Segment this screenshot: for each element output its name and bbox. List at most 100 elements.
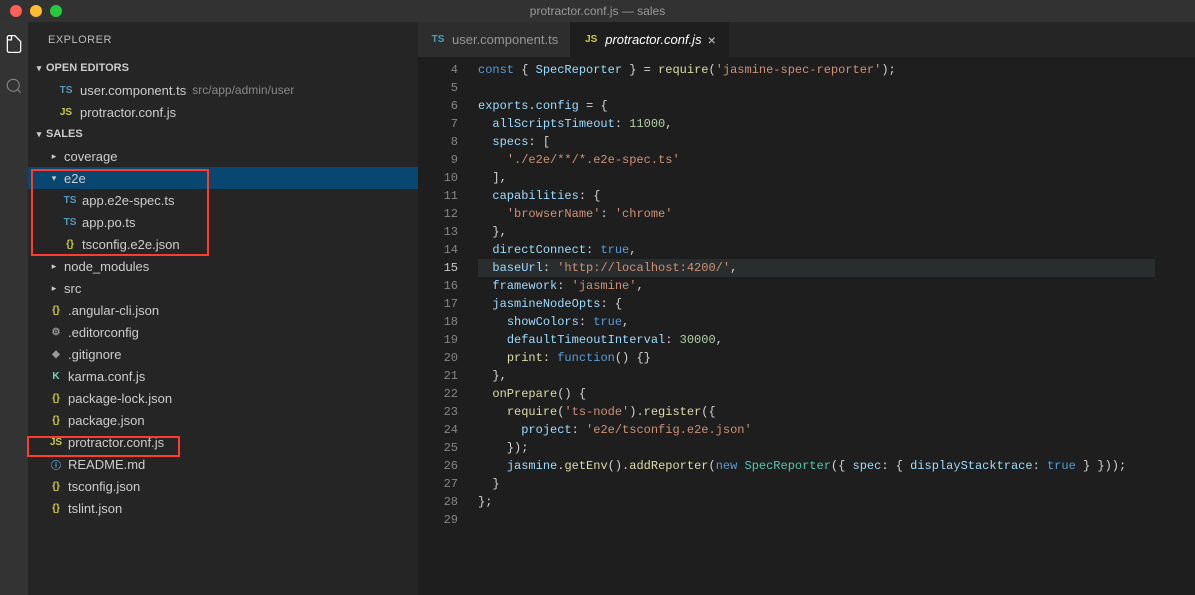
code-line[interactable]: const { SpecReporter } = require('jasmin…: [478, 61, 1155, 79]
code-line[interactable]: onPrepare() {: [478, 385, 1155, 403]
workspace-header[interactable]: ▾ SALES: [28, 123, 418, 145]
open-editor-item[interactable]: TSuser.component.tssrc/app/admin/user: [28, 79, 418, 101]
line-number: 23: [418, 403, 458, 421]
code-line[interactable]: showColors: true,: [478, 313, 1155, 331]
tree-file[interactable]: ⓘREADME.md: [28, 453, 418, 475]
tree-folder[interactable]: ▾e2e: [28, 167, 418, 189]
tree-item-label: .angular-cli.json: [68, 303, 159, 318]
file-type-icon: JS: [48, 437, 64, 448]
tree-file[interactable]: TSapp.e2e-spec.ts: [28, 189, 418, 211]
line-number: 24: [418, 421, 458, 439]
tree-item-label: package.json: [68, 413, 145, 428]
explorer-activity-icon[interactable]: [4, 34, 24, 54]
tree-item-label: .editorconfig: [68, 325, 139, 340]
search-activity-icon[interactable]: [4, 76, 24, 96]
editor-tab[interactable]: JSprotractor.conf.js×: [571, 22, 729, 57]
file-type-icon: {}: [62, 239, 78, 250]
chevron-right-icon: ▸: [48, 283, 60, 294]
file-type-icon: {}: [48, 503, 64, 514]
line-number: 6: [418, 97, 458, 115]
js-file-icon: JS: [58, 107, 74, 118]
code-line[interactable]: },: [478, 367, 1155, 385]
code-line[interactable]: specs: [: [478, 133, 1155, 151]
tree-file[interactable]: {}.angular-cli.json: [28, 299, 418, 321]
tree-file[interactable]: TSapp.po.ts: [28, 211, 418, 233]
code-line[interactable]: };: [478, 493, 1155, 511]
tree-file[interactable]: ⚙ .editorconfig: [28, 321, 418, 343]
workspace-label: SALES: [46, 128, 83, 140]
maximize-window-button[interactable]: [50, 5, 62, 17]
file-type-icon: ⚙: [48, 327, 64, 338]
tree-file[interactable]: ◆ .gitignore: [28, 343, 418, 365]
editor-tab[interactable]: TSuser.component.ts: [418, 22, 571, 57]
tree-folder[interactable]: ▸ src: [28, 277, 418, 299]
code-line[interactable]: exports.config = {: [478, 97, 1155, 115]
code-line[interactable]: framework: 'jasmine',: [478, 277, 1155, 295]
titlebar: protractor.conf.js — sales: [0, 0, 1195, 22]
code-line[interactable]: });: [478, 439, 1155, 457]
tree-file[interactable]: {}package.json: [28, 409, 418, 431]
code-line[interactable]: }: [478, 475, 1155, 493]
sidebar-title: EXPLORER: [28, 22, 418, 57]
file-type-icon: TS: [62, 195, 78, 206]
line-number: 19: [418, 331, 458, 349]
tree-item-label: tslint.json: [68, 501, 122, 516]
line-number: 13: [418, 223, 458, 241]
activity-bar: [0, 22, 28, 595]
open-editor-filename: user.component.ts: [80, 83, 186, 98]
code-line[interactable]: 'browserName': 'chrome': [478, 205, 1155, 223]
code-line[interactable]: jasmineNodeOpts: {: [478, 295, 1155, 313]
code-line[interactable]: [478, 511, 1155, 529]
tree-folder[interactable]: ▸coverage: [28, 145, 418, 167]
close-window-button[interactable]: [10, 5, 22, 17]
code-line[interactable]: jasmine.getEnv().addReporter(new SpecRep…: [478, 457, 1155, 475]
tree-file[interactable]: JS protractor.conf.js: [28, 431, 418, 453]
file-type-icon: TS: [430, 34, 446, 45]
line-number: 10: [418, 169, 458, 187]
code-line[interactable]: project: 'e2e/tsconfig.e2e.json': [478, 421, 1155, 439]
tree-file[interactable]: {}tsconfig.e2e.json: [28, 233, 418, 255]
open-editor-item[interactable]: JSprotractor.conf.js: [28, 101, 418, 123]
line-number: 16: [418, 277, 458, 295]
code-line[interactable]: ],: [478, 169, 1155, 187]
code-line[interactable]: [478, 79, 1155, 97]
traffic-lights: [0, 5, 62, 17]
close-tab-icon[interactable]: ×: [708, 32, 716, 48]
code-area[interactable]: 4567891011121314151617181920212223242526…: [418, 57, 1195, 595]
tree-item-label: src: [64, 281, 81, 296]
code-line[interactable]: allScriptsTimeout: 11000,: [478, 115, 1155, 133]
file-type-icon: JS: [583, 34, 599, 45]
minimize-window-button[interactable]: [30, 5, 42, 17]
open-editors-header[interactable]: ▾ OPEN EDITORS: [28, 57, 418, 79]
code-line[interactable]: capabilities: {: [478, 187, 1155, 205]
code-line[interactable]: defaultTimeoutInterval: 30000,: [478, 331, 1155, 349]
tree-item-label: protractor.conf.js: [68, 435, 164, 450]
tree-item-label: tsconfig.json: [68, 479, 140, 494]
tree-file[interactable]: {} tslint.json: [28, 497, 418, 519]
ts-file-icon: TS: [58, 85, 74, 96]
tree-file[interactable]: {}tsconfig.json: [28, 475, 418, 497]
code-line[interactable]: },: [478, 223, 1155, 241]
code-line[interactable]: directConnect: true,: [478, 241, 1155, 259]
code-content[interactable]: const { SpecReporter } = require('jasmin…: [478, 57, 1155, 595]
line-number: 12: [418, 205, 458, 223]
code-line[interactable]: print: function() {}: [478, 349, 1155, 367]
file-type-icon: K: [48, 371, 64, 382]
file-type-icon: TS: [62, 217, 78, 228]
line-number: 9: [418, 151, 458, 169]
tree-file[interactable]: {}package-lock.json: [28, 387, 418, 409]
minimap[interactable]: [1155, 57, 1195, 595]
line-number: 20: [418, 349, 458, 367]
code-line[interactable]: require('ts-node').register({: [478, 403, 1155, 421]
file-type-icon: ◆: [48, 349, 64, 360]
chevron-down-icon: ▾: [48, 173, 60, 184]
line-number: 27: [418, 475, 458, 493]
tree-folder[interactable]: ▸node_modules: [28, 255, 418, 277]
code-line[interactable]: './e2e/**/*.e2e-spec.ts': [478, 151, 1155, 169]
tree-file[interactable]: Kkarma.conf.js: [28, 365, 418, 387]
line-number: 8: [418, 133, 458, 151]
tree-item-label: .gitignore: [68, 347, 121, 362]
line-number: 11: [418, 187, 458, 205]
tree-item-label: coverage: [64, 149, 117, 164]
code-line[interactable]: baseUrl: 'http://localhost:4200/',: [478, 259, 1155, 277]
